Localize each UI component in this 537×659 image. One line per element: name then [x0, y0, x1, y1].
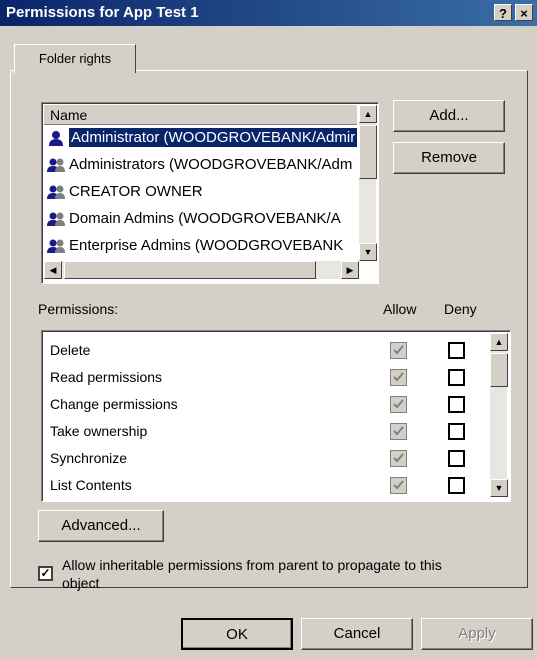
- group-icon: [46, 184, 66, 200]
- user-list-item[interactable]: Administrator (WOODGROVEBANK/Admir: [46, 127, 358, 149]
- window-title: Permissions for App Test 1: [6, 4, 199, 21]
- permissions-label: Permissions:: [38, 301, 119, 317]
- allow-checkbox[interactable]: [390, 369, 407, 386]
- advanced-button[interactable]: Advanced...: [38, 510, 164, 542]
- permissions-list[interactable]: Delete Read permissions Change permissions…: [41, 330, 511, 502]
- user-list-item[interactable]: Enterprise Admins (WOODGROVEBANK: [46, 235, 358, 257]
- perm-scroll-up-icon[interactable]: ▲: [490, 333, 508, 351]
- checkmark-icon: ✓: [40, 566, 51, 580]
- deny-checkbox[interactable]: [448, 396, 465, 413]
- ok-button[interactable]: OK: [181, 618, 293, 650]
- permission-row: Synchronize: [50, 450, 128, 466]
- remove-button[interactable]: Remove: [393, 142, 505, 174]
- checkmark-icon: [393, 345, 404, 355]
- user-list-item-label: Enterprise Admins (WOODGROVEBANK: [69, 237, 344, 254]
- title-bar: Permissions for App Test 1 ? ×: [0, 0, 537, 26]
- user-icon: [46, 130, 66, 147]
- cancel-button[interactable]: Cancel: [301, 618, 413, 650]
- user-list-item[interactable]: Administrators (WOODGROVEBANK/Adm: [46, 154, 358, 176]
- scroll-down-icon[interactable]: ▼: [359, 243, 377, 261]
- permission-row: List Contents: [50, 477, 132, 493]
- allow-checkbox[interactable]: [390, 396, 407, 413]
- users-vscrollbar[interactable]: ▲ ▼: [359, 105, 377, 261]
- add-button[interactable]: Add...: [393, 100, 505, 132]
- user-list-item-label: CREATOR OWNER: [69, 183, 203, 200]
- group-icon: [46, 238, 66, 254]
- inherit-label-line2: object: [62, 575, 100, 591]
- inherit-checkbox[interactable]: ✓: [38, 566, 53, 581]
- user-list-item-label: Domain Admins (WOODGROVEBANK/A: [69, 210, 341, 227]
- permissions-vscrollbar[interactable]: ▲ ▼: [490, 333, 508, 497]
- perm-scroll-down-icon[interactable]: ▼: [490, 479, 508, 497]
- deny-checkbox[interactable]: [448, 423, 465, 440]
- hscroll-thumb[interactable]: [64, 261, 316, 279]
- user-list-item-label: Administrator (WOODGROVEBANK/Admir: [69, 128, 358, 147]
- allow-checkbox[interactable]: [390, 450, 407, 467]
- allow-checkbox[interactable]: [390, 477, 407, 494]
- name-column-header[interactable]: Name: [44, 105, 357, 125]
- user-list-item[interactable]: CREATOR OWNER: [46, 181, 358, 203]
- users-listbox[interactable]: Name Administrator (WOODGROVEBANK/Admir A…: [41, 102, 379, 284]
- checkmark-icon: [393, 372, 404, 382]
- checkmark-icon: [393, 399, 404, 409]
- help-button[interactable]: ?: [494, 4, 512, 21]
- apply-button[interactable]: Apply: [421, 618, 533, 650]
- allow-checkbox[interactable]: [390, 423, 407, 440]
- allow-column-label: Allow: [383, 301, 417, 317]
- checkmark-icon: [393, 453, 404, 463]
- deny-checkbox[interactable]: [448, 450, 465, 467]
- deny-checkbox[interactable]: [448, 477, 465, 494]
- permission-row: Read permissions: [50, 369, 163, 385]
- users-hscrollbar[interactable]: ◀ ▶: [44, 261, 359, 279]
- user-list-item-label: Administrators (WOODGROVEBANK/Adm: [69, 156, 353, 173]
- user-list-item[interactable]: Domain Admins (WOODGROVEBANK/A: [46, 208, 358, 230]
- deny-checkbox[interactable]: [448, 342, 465, 359]
- deny-checkbox[interactable]: [448, 369, 465, 386]
- scroll-up-icon[interactable]: ▲: [359, 105, 377, 123]
- scroll-right-icon[interactable]: ▶: [341, 261, 359, 279]
- permission-row: Take ownership: [50, 423, 148, 439]
- checkmark-icon: [393, 480, 404, 490]
- inherit-label: Allow inheritable permissions from paren…: [62, 556, 442, 592]
- perm-scroll-thumb[interactable]: [490, 353, 508, 387]
- allow-checkbox[interactable]: [390, 342, 407, 359]
- tab-folder-rights[interactable]: Folder rights: [14, 44, 136, 73]
- group-icon: [46, 211, 66, 227]
- inherit-label-line1: Allow inheritable permissions from paren…: [62, 557, 442, 573]
- group-icon: [46, 157, 66, 173]
- checkmark-icon: [393, 426, 404, 436]
- deny-column-label: Deny: [444, 301, 477, 317]
- permission-row: Change permissions: [50, 396, 178, 412]
- permission-row: Delete: [50, 342, 91, 358]
- close-button[interactable]: ×: [515, 4, 533, 21]
- scroll-left-icon[interactable]: ◀: [44, 261, 62, 279]
- scroll-thumb[interactable]: [359, 125, 377, 179]
